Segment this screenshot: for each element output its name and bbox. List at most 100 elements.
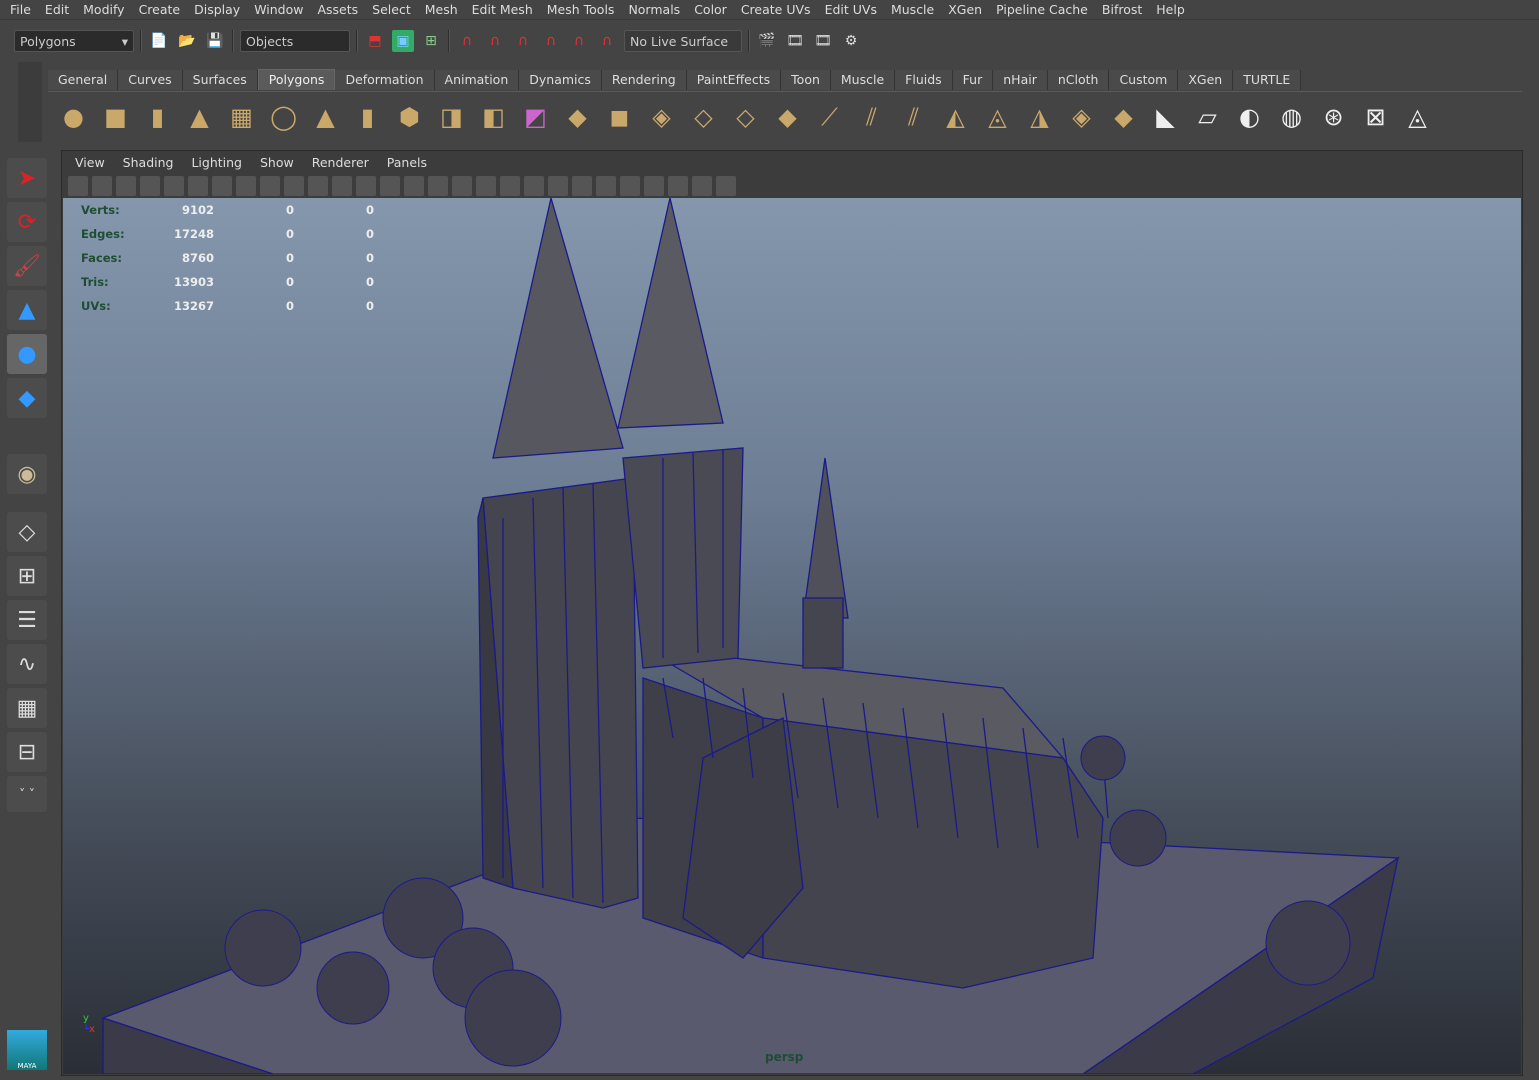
image-plane-icon[interactable] — [140, 176, 160, 196]
menu-normals[interactable]: Normals — [622, 2, 688, 17]
grease-pencil-icon[interactable] — [188, 176, 208, 196]
cylindrical-map-icon[interactable]: ◐ — [1232, 99, 1267, 134]
tab-turtle[interactable]: TURTLE — [1233, 70, 1302, 90]
resolution-gate-icon[interactable] — [260, 176, 280, 196]
automatic-map-icon[interactable]: ⊛ — [1316, 99, 1351, 134]
tab-dynamics[interactable]: Dynamics — [519, 70, 602, 90]
persp-outliner-graph-layout-icon[interactable]: ⊟ — [7, 732, 47, 772]
safe-title-icon[interactable] — [356, 176, 376, 196]
cylinder-icon[interactable]: ▮ — [140, 99, 175, 134]
combine-icon[interactable]: ◨ — [434, 99, 469, 134]
xray-active-icon[interactable] — [692, 176, 712, 196]
menu-color[interactable]: Color — [688, 2, 735, 17]
menu-edit-uvs[interactable]: Edit UVs — [819, 2, 885, 17]
select-hierarchy-icon[interactable]: ⬒ — [364, 30, 386, 52]
shadows-icon[interactable] — [524, 176, 544, 196]
safe-action-icon[interactable] — [332, 176, 352, 196]
cone-icon[interactable]: ▲ — [182, 99, 217, 134]
hypershade-persp-layout-icon[interactable]: ▦ — [7, 688, 47, 728]
select-object-icon[interactable]: ▣ — [392, 30, 414, 52]
menu-assets[interactable]: Assets — [311, 2, 366, 17]
plane-icon[interactable]: ▦ — [224, 99, 259, 134]
panel-menu-view[interactable]: View — [66, 155, 114, 170]
motion-blur-icon[interactable] — [572, 176, 592, 196]
paint-select-tool-icon[interactable]: 🖌 — [7, 246, 47, 286]
tab-xgen[interactable]: XGen — [1178, 70, 1234, 90]
uv-editor-icon[interactable]: ⊠ — [1358, 99, 1393, 134]
tab-ncloth[interactable]: nCloth — [1047, 70, 1110, 90]
tab-custom[interactable]: Custom — [1109, 70, 1179, 90]
render-frame-icon[interactable]: 🎞 — [784, 30, 806, 52]
insert-loop-icon[interactable]: ⫽ — [854, 99, 889, 134]
select-tool-icon[interactable]: ➤ — [7, 158, 47, 198]
film-gate-icon[interactable] — [236, 176, 256, 196]
move-tool-icon[interactable]: ▲ — [7, 290, 47, 330]
extract-icon[interactable]: ◩ — [518, 99, 553, 134]
menu-file[interactable]: File — [4, 2, 39, 17]
tab-deformation[interactable]: Deformation — [335, 70, 435, 90]
selection-mask-field[interactable]: Objects — [240, 30, 350, 52]
tab-general[interactable]: General — [48, 70, 119, 90]
menu-window[interactable]: Window — [248, 2, 311, 17]
open-scene-icon[interactable]: 📂 — [176, 30, 198, 52]
persp-graph-layout-icon[interactable]: ∿ — [7, 644, 47, 684]
view-transform-icon[interactable] — [164, 176, 184, 196]
menu-mesh[interactable]: Mesh — [419, 2, 466, 17]
lasso-tool-icon[interactable]: ⟳ — [7, 202, 47, 242]
tab-muscle[interactable]: Muscle — [830, 70, 896, 90]
menu-create-uvs[interactable]: Create UVs — [735, 2, 819, 17]
wireframe-icon[interactable] — [380, 176, 400, 196]
menu-pipeline-cache[interactable]: Pipeline Cache — [990, 2, 1096, 17]
fill-hole-icon[interactable]: ◇ — [686, 99, 721, 134]
merge-icon[interactable]: ◈ — [1064, 99, 1099, 134]
make-hole-icon[interactable]: ◇ — [728, 99, 763, 134]
tab-fur[interactable]: Fur — [952, 70, 994, 90]
offset-loop-icon[interactable]: ⫽ — [896, 99, 931, 134]
wireframe-on-shaded-icon[interactable] — [428, 176, 448, 196]
depth-of-field-icon[interactable] — [620, 176, 640, 196]
bridge-icon[interactable]: ◬ — [980, 99, 1015, 134]
single-view-layout-icon[interactable]: ◇ — [7, 512, 47, 552]
bevel-icon[interactable]: ◮ — [1022, 99, 1057, 134]
booleans-icon[interactable]: ◆ — [560, 99, 595, 134]
tab-nhair[interactable]: nHair — [993, 70, 1048, 90]
3d-viewport[interactable]: Verts: 9102 0 0 Edges: 17248 0 0 Faces: 8760 0 0 Tri… — [63, 198, 1521, 1074]
make-live-icon[interactable]: ∩ — [596, 30, 618, 52]
panel-menu-shading[interactable]: Shading — [114, 155, 183, 170]
snap-live-icon[interactable]: ∩ — [568, 30, 590, 52]
sculpt-icon[interactable]: ◬ — [1400, 99, 1435, 134]
pipe-icon[interactable]: ▮ — [350, 99, 385, 134]
menu-create[interactable]: Create — [133, 2, 189, 17]
tab-rendering[interactable]: Rendering — [601, 70, 687, 90]
tab-painteffects[interactable]: PaintEffects — [686, 70, 782, 90]
new-scene-icon[interactable]: 📄 — [148, 30, 170, 52]
ambient-occlusion-icon[interactable] — [548, 176, 568, 196]
smooth-shade-icon[interactable] — [404, 176, 424, 196]
rotate-tool-icon[interactable]: ● — [7, 334, 47, 374]
select-camera-icon[interactable] — [68, 176, 88, 196]
panel-menu-panels[interactable]: Panels — [378, 155, 436, 170]
tab-toon[interactable]: Toon — [781, 70, 831, 90]
grid-icon[interactable] — [212, 176, 232, 196]
snap-point-icon[interactable]: ∩ — [512, 30, 534, 52]
menu-xgen[interactable]: XGen — [942, 2, 990, 17]
cube-icon[interactable]: ■ — [98, 99, 133, 134]
menu-muscle[interactable]: Muscle — [885, 2, 942, 17]
layout-expand-icon[interactable]: ˅ ˅ — [7, 776, 47, 812]
extrude-icon[interactable]: ◭ — [938, 99, 973, 134]
menu-select[interactable]: Select — [366, 2, 419, 17]
ipr-render-icon[interactable]: 🎞 — [812, 30, 834, 52]
menu-help[interactable]: Help — [1150, 2, 1193, 17]
snap-curve-icon[interactable]: ∩ — [484, 30, 506, 52]
split-icon[interactable]: ⟋ — [812, 99, 847, 134]
panel-menu-show[interactable]: Show — [251, 155, 303, 170]
panel-menu-renderer[interactable]: Renderer — [303, 155, 378, 170]
menu-modify[interactable]: Modify — [77, 2, 132, 17]
four-view-layout-icon[interactable]: ⊞ — [7, 556, 47, 596]
bookmarks-icon[interactable] — [116, 176, 136, 196]
tab-surfaces[interactable]: Surfaces — [182, 70, 258, 90]
collapse-icon[interactable]: ◆ — [1106, 99, 1141, 134]
save-scene-icon[interactable]: 💾 — [204, 30, 226, 52]
gate-mask-icon[interactable] — [284, 176, 304, 196]
last-tool-icon[interactable]: ◉ — [7, 454, 47, 494]
